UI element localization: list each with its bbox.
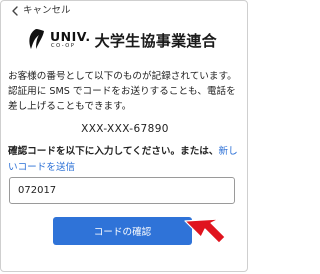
verification-code-input[interactable]	[9, 177, 235, 204]
logo-univ-text: UNIV.	[50, 28, 91, 44]
message-line-1: お客様の番号として以下のものが記録されています。	[8, 71, 237, 82]
masked-phone-number: XXX-XXX-67890	[81, 123, 169, 135]
cancel-link[interactable]: キャンセル	[9, 4, 71, 18]
organization-name: 大学生協事業連合	[94, 31, 217, 50]
message-line-2: 認証用に SMS でコードをお送りすることも、電話を	[8, 86, 236, 97]
sign-in-panel: キャンセル UNIV. CO-OP 大学生協事業連合 お客様の番号として以下のも…	[0, 0, 248, 272]
logo-coop-text: CO-OP	[51, 42, 76, 49]
verification-message: お客様の番号として以下のものが記録されています。 認証用に SMS でコードをお…	[8, 69, 246, 114]
callout-arrow-icon	[184, 218, 226, 244]
logo-wordmark: UNIV. CO-OP	[50, 28, 91, 50]
message-line-3: 差し上げることもできます。	[8, 101, 132, 112]
code-prompt: 確認コードを以下に入力してください。または、新しいコードを送信	[8, 144, 246, 176]
verify-code-button[interactable]: コードの確認	[53, 217, 192, 245]
code-prompt-text: 確認コードを以下に入力してください。または、	[8, 146, 219, 157]
cancel-label: キャンセル	[23, 5, 71, 16]
chevron-left-icon	[12, 6, 18, 16]
organization-logo: UNIV. CO-OP 大学生協事業連合	[25, 25, 235, 55]
coop-logo-icon	[29, 29, 44, 49]
